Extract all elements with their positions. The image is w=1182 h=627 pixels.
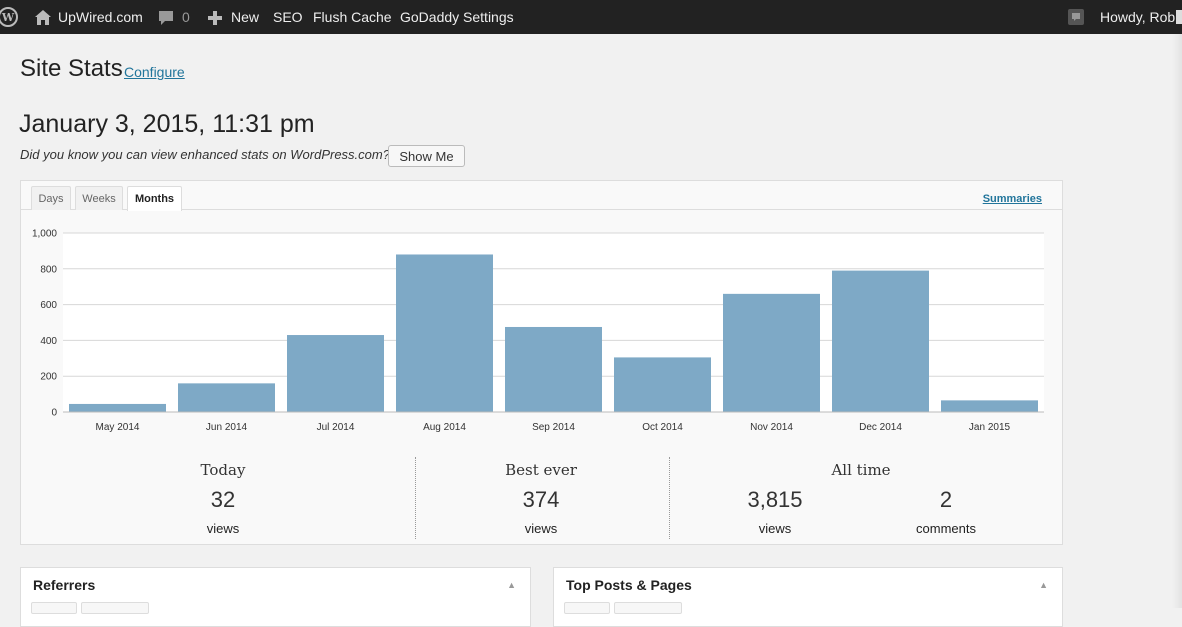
y-tick-label: 400: [40, 336, 57, 347]
referrers-tab-stub[interactable]: [31, 602, 77, 614]
bar-may-2014[interactable]: [69, 403, 166, 412]
y-tick-label: 200: [40, 372, 57, 383]
best-ever-title: Best ever: [505, 461, 577, 479]
x-tick-label: Dec 2014: [859, 422, 902, 433]
x-tick-label: Jul 2014: [317, 422, 355, 433]
tab-weeks[interactable]: Weeks: [75, 186, 123, 210]
top-posts-title: Top Posts & Pages: [566, 577, 692, 593]
y-tick-label: 0: [51, 408, 57, 419]
bar-jan-2015[interactable]: [941, 400, 1038, 412]
enhanced-stats-promo-text: Did you know you can view enhanced stats…: [20, 147, 390, 162]
summary-divider: [669, 457, 670, 539]
notification-icon[interactable]: [1067, 0, 1085, 34]
bar-sep-2014[interactable]: [505, 326, 602, 412]
date-heading: January 3, 2015, 11:31 pm: [19, 110, 315, 138]
bar-dec-2014[interactable]: [832, 270, 929, 412]
flush-cache-link[interactable]: Flush Cache: [313, 0, 392, 34]
y-tick-label: 800: [40, 264, 57, 275]
x-tick-label: Nov 2014: [750, 422, 793, 433]
referrers-tab-stub[interactable]: [81, 602, 149, 614]
x-tick-label: May 2014: [96, 422, 140, 433]
godaddy-settings-link[interactable]: GoDaddy Settings: [400, 0, 514, 34]
x-tick-label: Sep 2014: [532, 422, 575, 433]
x-tick-label: Jun 2014: [206, 422, 248, 433]
svg-text:W: W: [1, 11, 15, 24]
tab-days[interactable]: Days: [31, 186, 71, 210]
tab-months[interactable]: Months: [127, 186, 182, 211]
summary-best-ever: Best ever: [461, 461, 621, 479]
views-bar-chart: 0 200 400 600 800 1,000 May 2014 Jun 2014 Jul 20…: [32, 229, 1044, 433]
site-name-link[interactable]: UpWired.com: [58, 0, 143, 34]
today-views-unit: views: [206, 521, 240, 536]
new-content-link[interactable]: New: [231, 0, 259, 34]
bar-oct-2014[interactable]: [614, 357, 711, 412]
wordpress-logo-icon[interactable]: W: [0, 0, 20, 34]
summary-today: Today: [143, 461, 303, 479]
avatar[interactable]: [1176, 0, 1182, 34]
all-time-comments-value: 2: [939, 487, 953, 512]
howdy-user-menu[interactable]: Howdy, Rob: [1100, 0, 1175, 34]
top-posts-tab-stub[interactable]: [614, 602, 682, 614]
y-tick-label: 600: [40, 300, 57, 311]
home-icon[interactable]: [34, 0, 52, 34]
bar-nov-2014[interactable]: [723, 293, 820, 412]
comments-icon[interactable]: [158, 0, 174, 34]
all-time-title: All time: [831, 461, 891, 479]
seo-link[interactable]: SEO: [273, 0, 303, 34]
x-tick-label: Jan 2015: [969, 422, 1011, 433]
all-time-comments-unit: comments: [916, 521, 976, 536]
top-posts-panel: Top Posts & Pages ▲: [553, 567, 1063, 627]
best-ever-views-unit: views: [524, 521, 558, 536]
stats-panel: Days Weeks Months Summaries 0 200 400 600 80…: [20, 180, 1063, 545]
collapse-arrow-icon[interactable]: ▲: [1039, 580, 1048, 590]
admin-bar: W UpWired.com 0 New SEO Flush Cache GoDa…: [0, 0, 1182, 34]
today-title: Today: [200, 461, 246, 479]
all-time-views-unit: views: [758, 521, 792, 536]
all-time-views-value: 3,815: [747, 487, 803, 512]
summaries-link[interactable]: Summaries: [983, 193, 1042, 205]
summary-divider: [415, 457, 416, 539]
bar-aug-2014[interactable]: [396, 254, 493, 412]
collapse-arrow-icon[interactable]: ▲: [507, 580, 516, 590]
show-me-button[interactable]: Show Me: [388, 145, 465, 167]
plus-icon[interactable]: [208, 0, 222, 34]
page-title: Site Stats: [20, 55, 123, 82]
configure-link[interactable]: Configure: [124, 64, 185, 80]
today-views-value: 32: [210, 487, 236, 512]
referrers-panel: Referrers ▲: [20, 567, 531, 627]
best-ever-views-value: 374: [522, 487, 560, 512]
scroll-edge-shadow: [1172, 34, 1182, 608]
bar-jul-2014[interactable]: [287, 335, 384, 412]
top-posts-tab-stub[interactable]: [564, 602, 610, 614]
y-tick-label: 1,000: [32, 229, 57, 240]
bar-jun-2014[interactable]: [178, 383, 275, 412]
comments-count[interactable]: 0: [182, 0, 190, 34]
x-tick-label: Oct 2014: [642, 422, 683, 433]
referrers-title: Referrers: [33, 577, 96, 593]
x-tick-label: Aug 2014: [423, 422, 466, 433]
summary-all-time: All time: [781, 461, 941, 479]
